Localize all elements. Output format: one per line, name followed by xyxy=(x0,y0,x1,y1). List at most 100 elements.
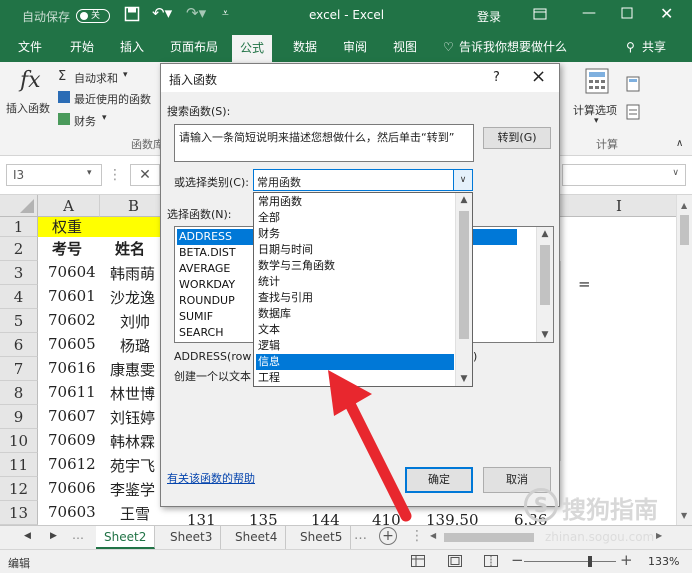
function-list-scroll-down-icon[interactable]: ▼ xyxy=(537,330,553,340)
goto-button[interactable]: 转到(G) xyxy=(483,127,551,149)
maximize-icon[interactable] xyxy=(621,7,633,19)
login-link[interactable]: 登录 xyxy=(477,8,501,25)
prev-sheet-icon[interactable]: ◀ xyxy=(24,531,31,541)
calculate-now-icon[interactable] xyxy=(626,76,640,92)
category-list-scrollbar[interactable]: ▲ ▼ xyxy=(455,193,472,386)
formula-input[interactable]: ∨ xyxy=(562,164,686,186)
cell-col-a[interactable]: 70606 xyxy=(48,479,96,497)
insert-function-button[interactable]: 插入函数 xyxy=(6,100,50,116)
share-button[interactable]: 共享 xyxy=(642,32,666,62)
category-dropdown-list[interactable]: 常用函数 全部 财务 日期与时间 数学与三角函数 统计 查找与引用 数据库 文本 逻辑 信息 工程 ▲… xyxy=(253,192,473,387)
category-option[interactable]: 文本 xyxy=(256,322,454,338)
autosum-dropdown-icon[interactable]: ▾ xyxy=(123,70,128,80)
cell-col-b[interactable]: 李鉴学 xyxy=(110,479,155,500)
name-box[interactable]: I3 ▾ xyxy=(6,164,102,186)
category-scroll-up-icon[interactable]: ▲ xyxy=(456,195,472,205)
cell-col-a[interactable]: 70605 xyxy=(48,335,96,353)
dialog-close-button[interactable]: × xyxy=(531,66,546,87)
cell-col-b[interactable]: 王雪 xyxy=(120,503,150,524)
tab-home[interactable]: 开始 xyxy=(70,32,94,62)
row-header[interactable]: 11 xyxy=(0,453,38,477)
recent-functions-button[interactable]: 最近使用的函数 xyxy=(74,91,151,107)
next-sheet-icon[interactable]: ▶ xyxy=(50,531,57,541)
row-header[interactable]: 7 xyxy=(0,357,38,381)
save-icon[interactable] xyxy=(124,6,140,22)
page-break-view-icon[interactable] xyxy=(484,555,498,567)
cell-b2[interactable]: 姓名 xyxy=(115,237,145,261)
normal-view-icon[interactable] xyxy=(411,555,425,567)
category-dropdown-arrow-icon[interactable]: ∨ xyxy=(453,170,472,190)
category-option[interactable]: 日期与时间 xyxy=(256,242,454,258)
calc-options-dropdown-icon[interactable]: ▾ xyxy=(594,116,599,126)
expand-formula-icon[interactable]: ∨ xyxy=(672,168,679,178)
search-function-input[interactable]: 请输入一条简短说明来描述您想做什么，然后单击“转到” xyxy=(174,124,474,162)
cell-col-b[interactable]: 沙龙逸 xyxy=(110,287,155,308)
row-header[interactable]: 2 xyxy=(0,237,38,261)
zoom-level[interactable]: 133% xyxy=(648,555,679,568)
category-scroll-down-icon[interactable]: ▼ xyxy=(456,374,472,384)
calculate-sheet-icon[interactable] xyxy=(626,104,640,120)
cell-i3[interactable]: = xyxy=(578,275,591,293)
column-header-i[interactable]: I xyxy=(560,195,678,217)
customize-qat-icon[interactable]: ⩡ xyxy=(222,6,229,21)
sheet-tab-sheet2[interactable]: Sheet2 xyxy=(96,526,156,549)
row-header[interactable]: 5 xyxy=(0,309,38,333)
add-sheet-icon[interactable]: + xyxy=(379,527,397,545)
cell-col-b[interactable]: 刘帅 xyxy=(120,311,150,332)
cell-col-b[interactable]: 韩雨萌 xyxy=(110,263,155,284)
scroll-up-icon[interactable]: ▲ xyxy=(681,201,687,210)
cell-c13[interactable]: 131 xyxy=(187,511,216,525)
tab-data[interactable]: 数据 xyxy=(293,32,317,62)
cell-col-a[interactable]: 70612 xyxy=(48,455,96,473)
tab-formulas[interactable]: 公式 xyxy=(232,32,273,62)
minimize-icon[interactable]: — xyxy=(582,5,596,21)
category-option[interactable]: 数学与三角函数 xyxy=(256,258,454,274)
cancel-entry-icon[interactable]: ✕ xyxy=(130,164,160,186)
close-window-icon[interactable]: ✕ xyxy=(660,4,673,23)
category-option[interactable]: 逻辑 xyxy=(256,338,454,354)
function-list-scroll-up-icon[interactable]: ▲ xyxy=(537,229,553,239)
undo-icon[interactable]: ↶▾ xyxy=(152,4,172,22)
zoom-out-icon[interactable]: − xyxy=(511,551,524,569)
tell-me-search[interactable]: 告诉我你想要做什么 xyxy=(459,32,567,62)
cell-col-b[interactable]: 苑宇飞 xyxy=(110,455,155,476)
cell-col-a[interactable]: 70601 xyxy=(48,287,96,305)
cell-g13[interactable]: 139.50 xyxy=(426,511,479,525)
row-header[interactable]: 3 xyxy=(0,261,38,285)
more-sheets-icon[interactable]: … xyxy=(72,528,84,542)
row-header[interactable]: 13 xyxy=(0,501,38,525)
category-option[interactable]: 全部 xyxy=(256,210,454,226)
cell-a1[interactable]: 权重 xyxy=(52,217,82,237)
zoom-in-icon[interactable]: + xyxy=(620,551,633,569)
cell-col-a[interactable]: 70609 xyxy=(48,431,96,449)
tab-insert[interactable]: 插入 xyxy=(120,32,144,62)
collapse-ribbon-icon[interactable]: ∧ xyxy=(676,138,683,149)
row-header[interactable]: 4 xyxy=(0,285,38,309)
cell-a2[interactable]: 考号 xyxy=(52,237,82,261)
tab-review[interactable]: 审阅 xyxy=(343,32,367,62)
column-header-a[interactable]: A xyxy=(38,195,100,217)
scroll-right-icon[interactable]: ▶ xyxy=(656,531,662,540)
vertical-scroll-thumb[interactable] xyxy=(680,215,689,245)
cell-col-b[interactable]: 康惠雯 xyxy=(110,359,155,380)
finance-dropdown-icon[interactable]: ▾ xyxy=(102,113,107,123)
scroll-down-icon[interactable]: ▼ xyxy=(681,511,687,520)
fx-icon[interactable]: fx xyxy=(20,68,41,93)
tab-page-layout[interactable]: 页面布局 xyxy=(170,32,218,62)
category-option[interactable]: 统计 xyxy=(256,274,454,290)
category-option[interactable]: 常用函数 xyxy=(256,194,454,210)
cell-col-b[interactable]: 杨璐 xyxy=(120,335,150,356)
category-option[interactable]: 财务 xyxy=(256,226,454,242)
cell-col-a[interactable]: 70603 xyxy=(48,503,96,521)
row-header[interactable]: 8 xyxy=(0,381,38,405)
dialog-help-button[interactable]: ? xyxy=(493,70,500,85)
zoom-slider[interactable] xyxy=(524,561,616,562)
function-help-link[interactable]: 有关该函数的帮助 xyxy=(167,470,255,486)
row-header[interactable]: 12 xyxy=(0,477,38,501)
function-list-scroll-thumb[interactable] xyxy=(540,245,550,305)
row-header[interactable]: 10 xyxy=(0,429,38,453)
tab-view[interactable]: 视图 xyxy=(393,32,417,62)
cell-col-a[interactable]: 70616 xyxy=(48,359,96,377)
more-sheets-right-icon[interactable]: … xyxy=(354,528,367,543)
cell-col-a[interactable]: 70611 xyxy=(48,383,96,401)
